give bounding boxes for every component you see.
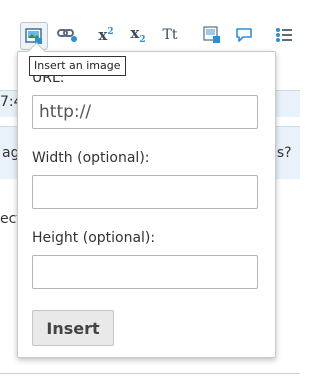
superscript-button[interactable]: x2 [94, 23, 118, 47]
url-input[interactable] [32, 95, 258, 129]
superscript-base: x [98, 25, 108, 44]
bullet-list-icon [276, 28, 292, 42]
width-input[interactable] [32, 175, 258, 209]
insert-image-dialog: URL: Width (optional): Height (optional)… [17, 42, 276, 358]
text-size-icon: Tt [162, 27, 178, 43]
height-input[interactable] [32, 255, 258, 289]
subscript-icon: x2 [130, 23, 146, 45]
subscript-index: 2 [139, 34, 146, 45]
subscript-base: x [130, 23, 140, 42]
insert-image-tooltip: Insert an image [29, 56, 126, 76]
comment-button[interactable] [232, 23, 256, 47]
height-label: Height (optional): [32, 230, 156, 246]
insert-link-icon [57, 29, 77, 42]
bullet-list-button[interactable] [272, 23, 296, 47]
subscript-button[interactable]: x2 [126, 23, 150, 47]
text-size-button[interactable]: Tt [158, 23, 182, 47]
image-gallery-icon [203, 26, 220, 43]
superscript-icon: x2 [98, 25, 114, 44]
width-label: Width (optional): [32, 150, 150, 166]
comment-icon [236, 28, 252, 42]
divider [0, 373, 300, 374]
insert-image-icon [25, 28, 42, 44]
editor-toolbar: x2 x2 Tt [0, 0, 300, 52]
superscript-exponent: 2 [107, 26, 114, 37]
image-gallery-button[interactable] [200, 23, 224, 47]
insert-link-button[interactable] [56, 23, 80, 47]
insert-button[interactable]: Insert [32, 310, 114, 346]
